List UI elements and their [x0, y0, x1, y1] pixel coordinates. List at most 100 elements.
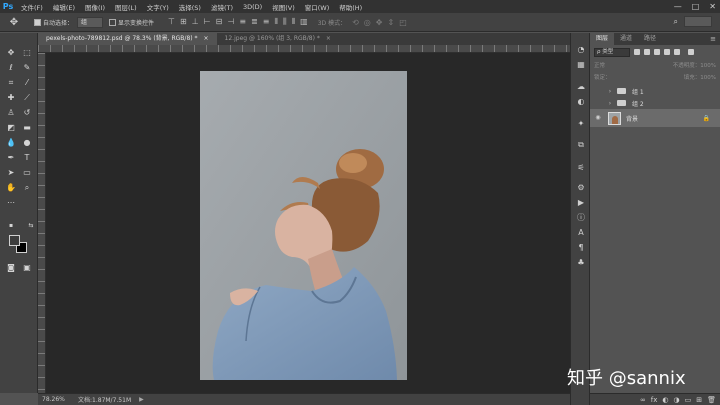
new-layer-icon[interactable]: ⊞	[696, 396, 702, 404]
close-window-button[interactable]: ✕	[709, 2, 716, 11]
menu-layer[interactable]: 图层(L)	[110, 2, 142, 12]
distribute-vcenter-icon[interactable]: ≣	[251, 17, 258, 27]
gradient-tool-icon[interactable]: ▬	[21, 123, 33, 133]
paragraph-panel-icon[interactable]: ¶	[576, 243, 586, 253]
clone-source-panel-icon[interactable]: ⧉	[576, 140, 586, 150]
canvas-area[interactable]	[46, 53, 570, 393]
history-brush-tool-icon[interactable]: ↺	[21, 108, 33, 118]
actions-panel-icon[interactable]: ▶	[576, 198, 586, 208]
minimize-button[interactable]: —	[674, 2, 682, 11]
distribute-hcenter-icon[interactable]: ⫼	[283, 17, 287, 27]
tab-document-2[interactable]: 12.jpeg @ 160% (组 3, RGB/8) * ×	[217, 33, 339, 45]
healing-brush-tool-icon[interactable]: ✚	[5, 93, 17, 103]
swap-colors-icon[interactable]: ⇆	[25, 221, 37, 231]
workspace-dropdown[interactable]	[684, 16, 712, 27]
align-vcenter-icon[interactable]: ⊞	[180, 17, 187, 27]
brush-settings-panel-icon[interactable]: ⚟	[576, 163, 586, 173]
move-tool-icon[interactable]: ✥	[5, 48, 17, 58]
glyphs-panel-icon[interactable]: ♣	[576, 258, 586, 268]
new-group-icon[interactable]: ▭	[685, 396, 692, 404]
eyedropper-tool-icon[interactable]: ⁄	[21, 78, 33, 88]
tab-document-1[interactable]: pexels-photo-789812.psd @ 78.3% (背景, RGB…	[38, 33, 217, 45]
crop-tool-icon[interactable]: ⌗	[5, 78, 17, 88]
expand-arrow-icon[interactable]: ›	[606, 88, 614, 95]
hand-tool-icon[interactable]: ✋	[5, 183, 17, 193]
rotate-3d-icon[interactable]: ⟲	[352, 18, 359, 27]
delete-layer-icon[interactable]: 🗑	[707, 396, 716, 404]
menu-image[interactable]: 图像(I)	[80, 2, 110, 12]
layer-group-2[interactable]: › 组 2	[590, 97, 720, 109]
panel-menu-icon[interactable]: ≡	[710, 33, 716, 45]
filter-shape-icon[interactable]	[664, 49, 670, 55]
filter-adjustment-icon[interactable]	[644, 49, 650, 55]
close-tab-icon[interactable]: ×	[326, 35, 331, 42]
drag-3d-icon[interactable]: ✥	[376, 18, 383, 27]
distribute-top-icon[interactable]: ≡	[239, 17, 246, 27]
tab-channels[interactable]: 通道	[614, 33, 638, 45]
more-tools-icon[interactable]: ⋯	[5, 198, 17, 208]
filter-type-icon[interactable]	[654, 49, 660, 55]
distribute-bottom-icon[interactable]: ≡	[263, 17, 270, 27]
auto-select-checkbox[interactable]	[34, 18, 41, 26]
pen-tool-icon[interactable]: ✒	[5, 153, 17, 163]
path-selection-tool-icon[interactable]: ➤	[5, 168, 17, 178]
history-panel-icon[interactable]: ◔	[576, 45, 586, 55]
default-colors-icon[interactable]: ▪	[5, 221, 17, 231]
tab-layers[interactable]: 图层	[590, 33, 615, 45]
layer-background[interactable]: ◉ 背景 🔒	[590, 109, 720, 127]
marquee-tool-icon[interactable]: ⬚	[21, 48, 33, 58]
horizontal-ruler[interactable]	[38, 45, 570, 53]
move-tool-icon[interactable]: ✥	[0, 17, 28, 28]
visibility-toggle[interactable]	[594, 99, 602, 107]
visibility-toggle[interactable]	[594, 87, 602, 95]
screen-mode-icon[interactable]: ▣	[21, 263, 33, 273]
menu-3d[interactable]: 3D(D)	[238, 3, 267, 11]
menu-select[interactable]: 选择(S)	[174, 2, 206, 12]
quick-mask-icon[interactable]: ◙	[5, 263, 17, 273]
blend-mode-dropdown[interactable]: 正常	[594, 61, 605, 69]
filter-smart-object-icon[interactable]	[674, 49, 680, 55]
distribute-right-icon[interactable]: ⦀	[292, 17, 296, 27]
foreground-color-swatch[interactable]	[9, 235, 20, 246]
adjustment-layer-icon[interactable]: ◑	[674, 396, 680, 404]
align-hcenter-icon[interactable]: ⊟	[216, 17, 223, 27]
opacity-field[interactable]: 不透明度：100%	[673, 61, 716, 69]
adjustments-panel-icon[interactable]: ◐	[576, 97, 586, 107]
menu-filter[interactable]: 滤镜(T)	[206, 2, 238, 12]
rectangle-tool-icon[interactable]: ▭	[21, 168, 33, 178]
brush-tool-icon[interactable]: ⟋	[21, 93, 33, 103]
menu-file[interactable]: 文件(F)	[16, 2, 48, 12]
restore-button[interactable]: □	[692, 2, 700, 11]
eye-icon[interactable]: ◉	[594, 114, 602, 122]
menu-edit[interactable]: 编辑(E)	[48, 2, 80, 12]
menu-view[interactable]: 视图(V)	[267, 2, 300, 12]
align-bottom-icon[interactable]: ⊥	[192, 17, 199, 27]
dodge-tool-icon[interactable]: ●	[21, 138, 33, 148]
menu-help[interactable]: 帮助(H)	[334, 2, 367, 12]
document-image[interactable]	[200, 71, 407, 380]
align-right-icon[interactable]: ⊣	[227, 17, 234, 27]
type-tool-icon[interactable]: T	[21, 153, 33, 163]
scale-3d-icon[interactable]: ◰	[399, 18, 407, 27]
clone-stamp-tool-icon[interactable]: ♙	[5, 108, 17, 118]
expand-arrow-icon[interactable]: ›	[606, 100, 614, 107]
swatches-panel-icon[interactable]: ▦	[576, 60, 586, 70]
fill-field[interactable]: 填充：100%	[684, 73, 716, 81]
tab-paths[interactable]: 路径	[638, 33, 662, 45]
quick-select-tool-icon[interactable]: ✎	[21, 63, 33, 73]
layer-group-1[interactable]: › 组 1	[590, 85, 720, 97]
menu-type[interactable]: 文字(Y)	[142, 2, 174, 12]
properties-panel-icon[interactable]: ⚙	[576, 183, 586, 193]
filter-toggle-icon[interactable]	[688, 49, 694, 55]
align-top-icon[interactable]: ⊤	[168, 17, 175, 27]
slide-3d-icon[interactable]: ⇕	[387, 18, 394, 27]
status-menu-icon[interactable]: ▶	[139, 396, 144, 403]
align-left-icon[interactable]: ⊢	[204, 17, 211, 27]
blur-tool-icon[interactable]: 💧	[5, 138, 17, 148]
distribute-left-icon[interactable]: ⦀	[274, 17, 278, 27]
layer-filter-dropdown[interactable]: ρ 类型	[594, 47, 630, 57]
search-icon[interactable]: ⌕	[674, 17, 678, 27]
add-mask-icon[interactable]: ◐	[662, 396, 668, 404]
zoom-tool-icon[interactable]: ⌕	[21, 183, 33, 193]
roll-3d-icon[interactable]: ◎	[364, 18, 371, 27]
